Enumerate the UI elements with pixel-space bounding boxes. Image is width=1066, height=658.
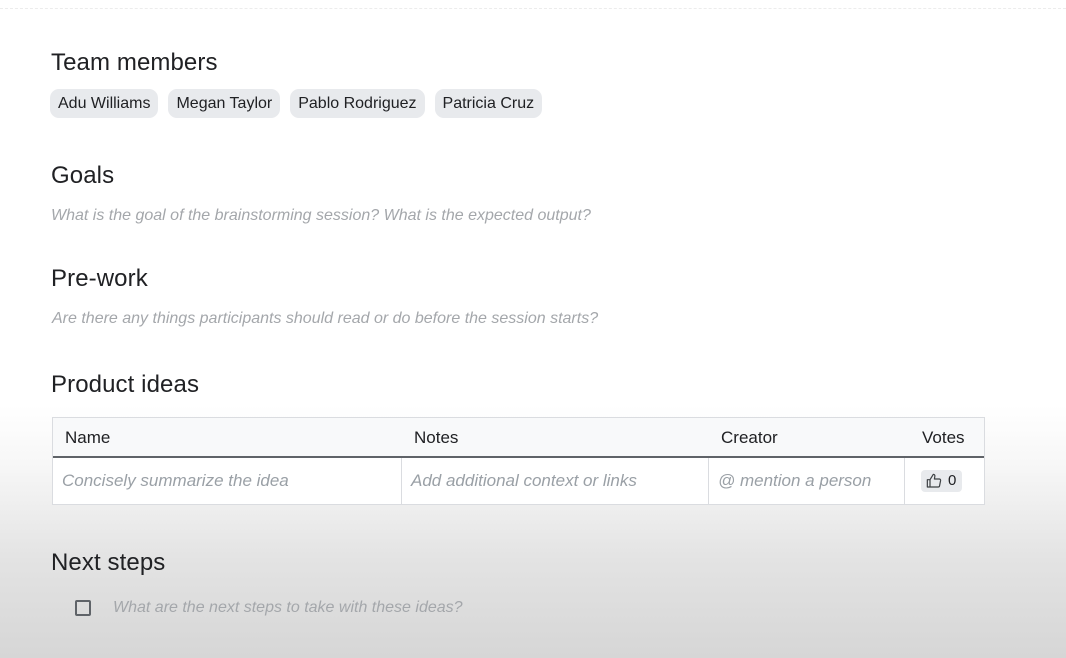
person-chip[interactable]: Megan Taylor (168, 89, 281, 118)
vote-button[interactable]: 0 (921, 470, 963, 492)
prework-heading: Pre-work (51, 265, 148, 292)
thumbs-up-icon (926, 473, 942, 488)
person-chip[interactable]: Pablo Rodriguez (290, 89, 425, 118)
idea-notes-cell[interactable]: Add additional context or links (402, 458, 709, 504)
idea-name-cell[interactable]: Concisely summarize the idea (53, 458, 402, 504)
next-step-checkbox[interactable] (75, 600, 91, 616)
person-chip[interactable]: Adu Williams (50, 89, 159, 118)
goals-heading: Goals (51, 162, 115, 189)
top-divider (0, 8, 1066, 9)
prework-placeholder[interactable]: Are there any things participants should… (52, 310, 598, 328)
goals-placeholder[interactable]: What is the goal of the brainstorming se… (51, 207, 591, 225)
idea-votes-cell: 0 (905, 458, 984, 504)
column-header-creator[interactable]: Creator (709, 418, 905, 456)
vote-count: 0 (948, 472, 957, 489)
idea-creator-cell[interactable]: @ mention a person (709, 458, 905, 504)
column-header-name[interactable]: Name (53, 418, 402, 456)
team-members-heading: Team members (51, 49, 218, 76)
column-header-votes[interactable]: Votes (905, 418, 984, 456)
table-row: Concisely summarize the idea Add additio… (53, 458, 984, 504)
product-ideas-table: Name Notes Creator Votes Concisely summa… (52, 417, 985, 505)
table-header-row: Name Notes Creator Votes (53, 418, 984, 458)
column-header-notes[interactable]: Notes (402, 418, 709, 456)
team-members-chips: Adu Williams Megan Taylor Pablo Rodrigue… (50, 89, 543, 118)
next-steps-heading: Next steps (51, 549, 166, 576)
person-chip[interactable]: Patricia Cruz (434, 89, 543, 118)
next-steps-placeholder[interactable]: What are the next steps to take with the… (113, 599, 463, 617)
product-ideas-heading: Product ideas (51, 371, 200, 398)
